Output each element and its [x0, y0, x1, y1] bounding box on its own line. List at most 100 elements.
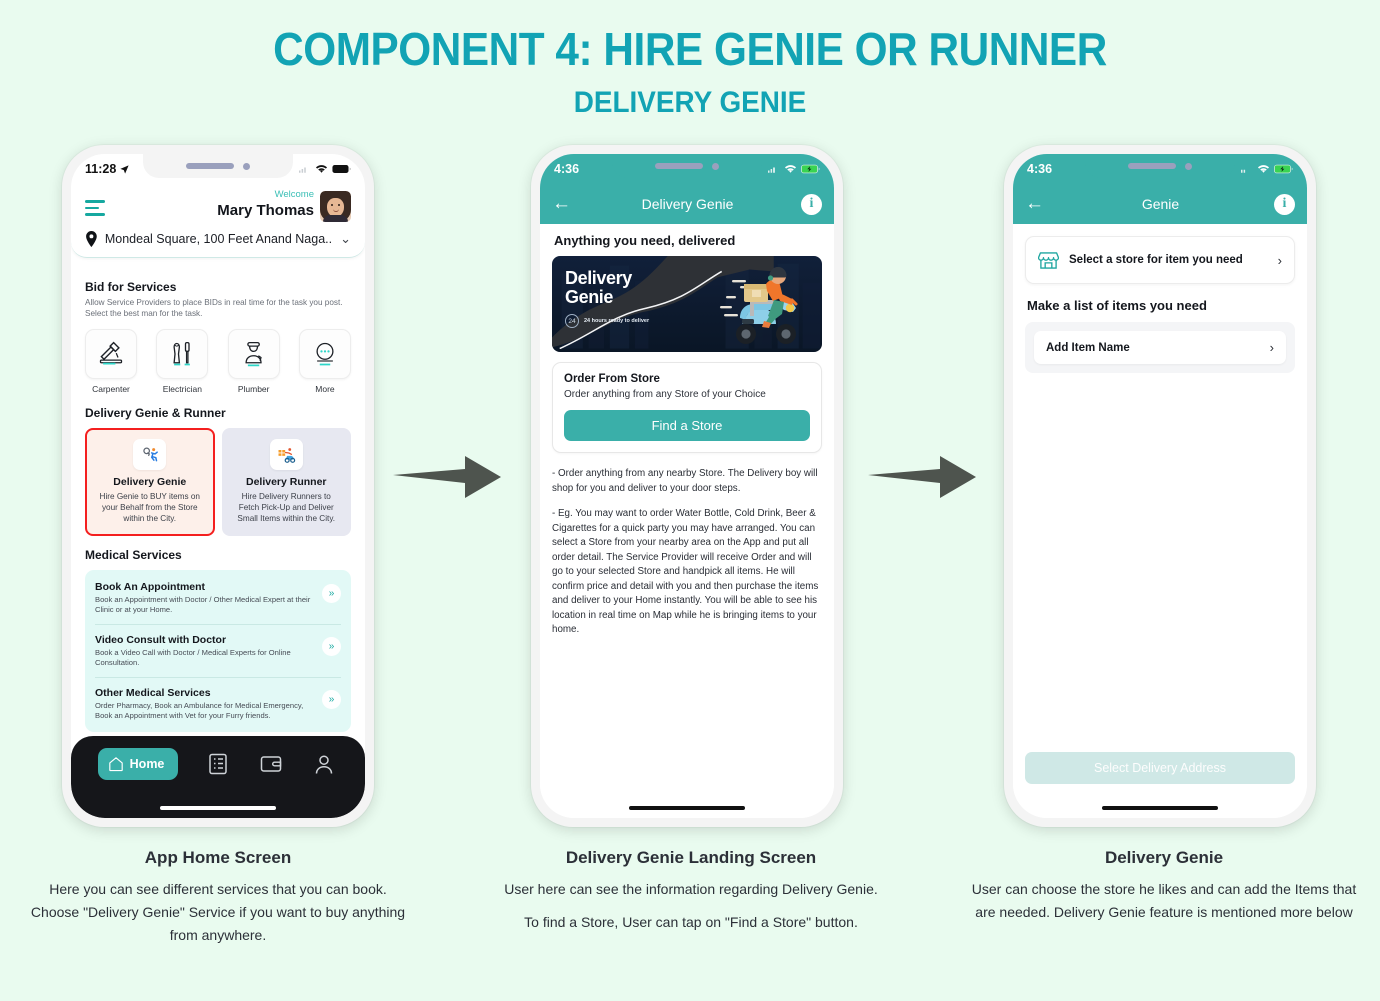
service-tile [298, 329, 351, 379]
avatar[interactable] [320, 191, 351, 222]
medical-item-text: Other Medical Services Order Pharmacy, B… [95, 687, 314, 721]
order-card-title: Order From Store [564, 373, 660, 385]
chevron-right-icon[interactable]: » [322, 584, 341, 603]
service-more[interactable]: More [298, 329, 351, 394]
medical-item-desc: Order Pharmacy, Book an Ambulance for Me… [95, 701, 304, 720]
cellular-signal-icon [1241, 169, 1246, 173]
medical-item-text: Video Consult with Doctor Book a Video C… [95, 634, 314, 668]
chevron-right-icon[interactable]: » [322, 690, 341, 709]
list-item[interactable]: Other Medical Services Order Pharmacy, B… [95, 677, 341, 730]
chevron-right-icon[interactable]: › [1270, 340, 1274, 355]
phone2-paragraph-2: - Eg. You may want to order Water Bottle… [552, 508, 819, 635]
app-bar-title: Delivery Genie [641, 196, 734, 212]
genie-cards-row: Delivery Genie Hire Genie to BUY items o… [71, 420, 365, 536]
chevron-right-icon[interactable]: › [1278, 253, 1282, 268]
status-time: 11:28 [85, 162, 117, 176]
map-pin-icon [86, 231, 97, 247]
phone2-paragraph-1: - Order anything from any nearby Store. … [552, 468, 818, 494]
tab-home-label: Home [129, 757, 165, 771]
caption-paragraph: To find a Store, User can tap on "Find a… [524, 914, 858, 930]
status-time-wrap: 4:36 [554, 162, 579, 176]
notch [1085, 154, 1235, 178]
tab-wallet[interactable] [257, 748, 285, 780]
front-camera-icon [1185, 162, 1192, 170]
select-store-row[interactable]: Select a store for item you need › [1025, 236, 1295, 284]
order-card-desc: Order anything from any Store of your Ch… [564, 389, 766, 400]
page-title: COMPONENT 4: HIRE GENIE OR RUNNER [273, 23, 1107, 75]
delivery-genie-card[interactable]: Delivery Genie Hire Genie to BUY items o… [85, 428, 215, 536]
running-person-icon [133, 439, 167, 470]
service-label: Carpenter [92, 384, 130, 394]
find-a-store-button[interactable]: Find a Store [564, 410, 810, 441]
service-carpenter[interactable]: Carpenter [85, 329, 137, 394]
location-text: Mondeal Square, 100 Feet Anand Naga... [104, 232, 334, 246]
tab-profile[interactable] [310, 748, 338, 780]
status-time-wrap: 11:28 [85, 162, 130, 176]
banner-title-line1: Delivery [565, 268, 632, 288]
caption-title: App Home Screen [144, 848, 292, 867]
status-indicators [299, 164, 351, 174]
service-electrician[interactable]: Electrician [156, 329, 209, 394]
delivery-genie-banner: Delivery Genie 24 24 hours ready to deli… [552, 256, 822, 352]
phone-mockup-1: 11:28 Welcome Mary Thomas Mondeal Square… [62, 145, 374, 827]
info-icon[interactable]: i [1274, 193, 1295, 215]
medical-services-card: Book An Appointment Book an Appointment … [85, 570, 351, 732]
wifi-icon [784, 165, 797, 173]
cellular-signal-icon [299, 167, 306, 173]
list-icon [208, 753, 227, 775]
battery-charging-icon [1274, 164, 1293, 174]
select-delivery-address-button[interactable]: Select Delivery Address [1025, 752, 1295, 784]
list-item[interactable]: Video Consult with Doctor Book a Video C… [95, 624, 341, 677]
notch [612, 154, 762, 178]
service-tile [156, 329, 209, 379]
tab-orders[interactable] [204, 748, 232, 780]
bid-section-desc: Allow Service Providers to place BIDs in… [85, 298, 343, 318]
genie-card-title: Delivery Genie [113, 476, 187, 488]
cellular-signal-icon [768, 167, 775, 173]
speaker-grille [1128, 163, 1176, 169]
service-plumber[interactable]: Plumber [227, 329, 280, 394]
phone2-content: Anything you need, delivered Delivery Ge… [540, 224, 834, 818]
home-indicator [160, 806, 276, 810]
back-arrow-icon[interactable]: ← [1025, 193, 1047, 215]
medical-section-title: Medical Services [85, 548, 182, 562]
back-arrow-icon[interactable]: ← [552, 193, 574, 215]
pliers-screwdriver-icon [173, 341, 191, 366]
service-label: Electrician [162, 384, 202, 394]
battery-charging-icon [801, 164, 820, 174]
bid-section-title: Bid for Services [85, 280, 177, 294]
hamburger-icon[interactable] [85, 188, 105, 216]
list-item[interactable]: Book An Appointment Book an Appointment … [95, 572, 341, 624]
location-selector[interactable]: Mondeal Square, 100 Feet Anand Naga... ⌄ [85, 231, 351, 247]
make-list-heading: Make a list of items you need [1027, 298, 1207, 313]
select-store-label: Select a store for item you need [1069, 254, 1243, 266]
delivery-runner-card[interactable]: Delivery Runner Hire Delivery Runners to… [221, 428, 351, 536]
service-tile [227, 329, 280, 379]
phone-mockup-3: 4:36 ← Genie i Select a store for item y… [1004, 145, 1316, 827]
chevron-right-icon[interactable]: » [322, 637, 341, 656]
status-time: 4:36 [1027, 162, 1053, 176]
banner-title: Delivery Genie [565, 269, 632, 307]
service-label: Plumber [237, 384, 270, 394]
service-tile [85, 329, 137, 379]
caption-paragraph: User can choose the store he likes and c… [971, 881, 1357, 920]
genie-section-title: Delivery Genie & Runner [85, 406, 226, 420]
add-item-row[interactable]: Add Item Name › [1034, 331, 1286, 364]
profile-icon [316, 754, 333, 774]
tab-home[interactable]: Home [97, 748, 179, 780]
caption-title: Delivery Genie Landing Screen [565, 848, 817, 867]
phone3-content: Select a store for item you need › Make … [1013, 224, 1307, 818]
medical-item-desc: Book an Appointment with Doctor / Other … [95, 595, 311, 614]
phone1-top-row: Welcome Mary Thomas [85, 188, 351, 222]
phone-mockup-2: 4:36 ← Delivery Genie i Anything you nee… [531, 145, 843, 827]
chevron-down-icon[interactable]: ⌄ [340, 231, 351, 247]
scooter-box-icon [269, 439, 303, 470]
medical-item-title: Video Consult with Doctor [95, 634, 227, 646]
order-from-store-card: Order From Store Order anything from any… [552, 362, 822, 453]
more-dots-icon [316, 342, 334, 366]
scooter-delivery-illustration [720, 267, 798, 344]
info-icon[interactable]: i [801, 193, 822, 215]
status-time-wrap: 4:36 [1027, 162, 1052, 176]
caption-paragraph: User here can see the information regard… [504, 881, 878, 897]
status-indicators [768, 164, 820, 174]
